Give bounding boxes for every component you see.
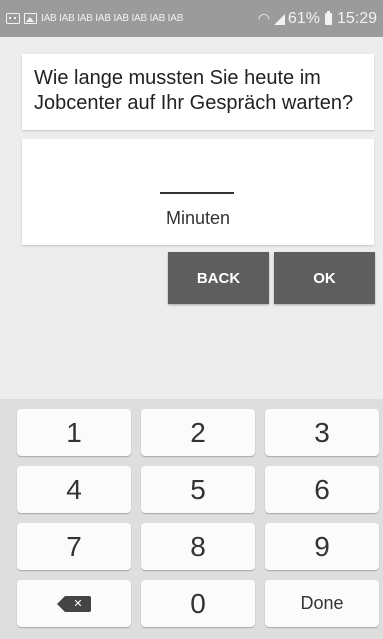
key-4[interactable]: 4 — [17, 466, 131, 513]
clock: 15:29 — [336, 9, 377, 27]
key-8[interactable]: 8 — [141, 523, 255, 570]
key-0[interactable]: 0 — [141, 580, 255, 627]
key-9[interactable]: 9 — [265, 523, 379, 570]
wifi-icon: ◠ — [257, 10, 270, 26]
notification-text: IAB IAB IAB IAB IAB IAB IAB IAB — [41, 13, 184, 24]
key-7[interactable]: 7 — [17, 523, 131, 570]
question-card: Wie lange mussten Sie heute im Jobcenter… — [22, 54, 374, 130]
back-button[interactable]: BACK — [168, 252, 269, 304]
key-6[interactable]: 6 — [265, 466, 379, 513]
image-icon — [24, 13, 37, 24]
notification-area: IAB IAB IAB IAB IAB IAB IAB IAB — [6, 13, 258, 24]
key-5[interactable]: 5 — [141, 466, 255, 513]
key-1[interactable]: 1 — [17, 409, 131, 456]
input-underline — [160, 192, 234, 194]
numeric-keyboard: 1 2 3 4 5 6 7 8 9 0 Done — [0, 399, 383, 639]
unit-label: Minuten — [165, 208, 231, 228]
done-key[interactable]: Done — [265, 580, 379, 627]
message-icon — [6, 13, 20, 24]
battery-icon — [324, 10, 332, 25]
key-2[interactable]: 2 — [141, 409, 255, 456]
backspace-icon — [57, 595, 91, 612]
battery-percent: 61% — [287, 9, 320, 27]
system-status: ◠ 61% 15:29 — [258, 10, 377, 28]
minutes-input[interactable] — [160, 166, 234, 192]
backspace-key[interactable] — [17, 580, 131, 627]
signal-icon — [273, 13, 285, 25]
key-3[interactable]: 3 — [265, 409, 379, 456]
status-bar: IAB IAB IAB IAB IAB IAB IAB IAB ◠ 61% 15… — [0, 0, 383, 37]
question-text: Wie lange mussten Sie heute im Jobcenter… — [34, 67, 354, 114]
ok-button[interactable]: OK — [274, 252, 375, 304]
